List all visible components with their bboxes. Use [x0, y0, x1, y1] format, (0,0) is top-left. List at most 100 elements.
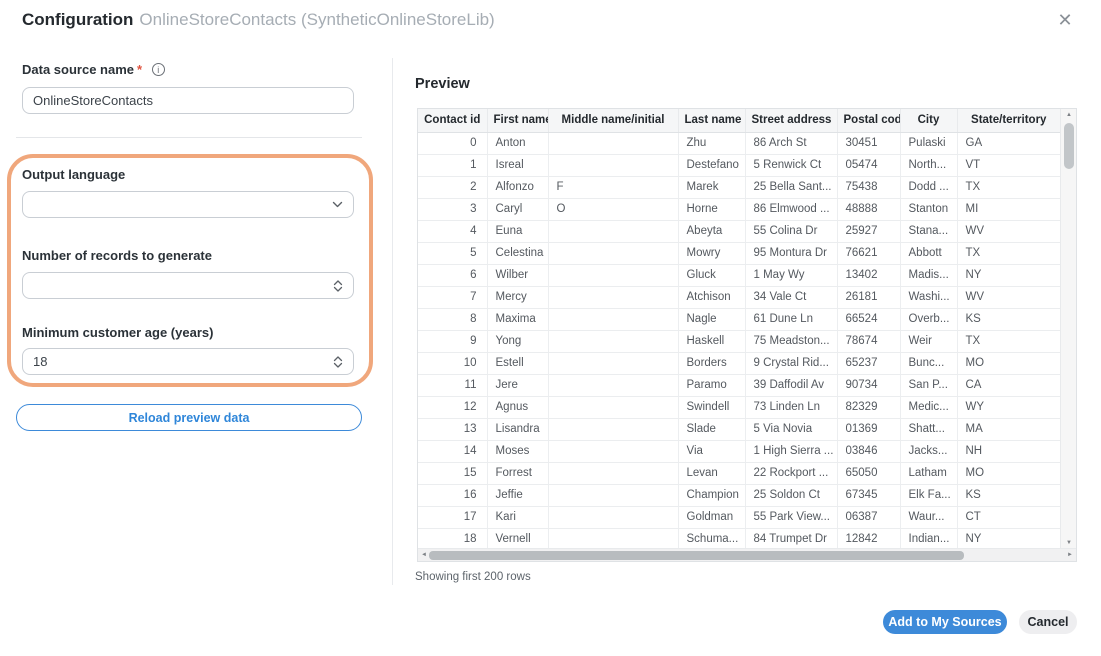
table-cell: 55 Park View...: [745, 506, 837, 528]
table-cell: Bunc...: [900, 352, 957, 374]
output-language-select[interactable]: [22, 191, 354, 218]
table-cell: Abeyta: [678, 220, 745, 242]
table-cell: Paramo: [678, 374, 745, 396]
table-row: 14MosesVia1 High Sierra ...03846Jacks...…: [418, 440, 1060, 462]
table-cell: Via: [678, 440, 745, 462]
row-count-footnote: Showing first 200 rows: [415, 571, 531, 583]
horizontal-scroll-thumb[interactable]: [429, 551, 964, 560]
table-cell: Marek: [678, 176, 745, 198]
table-cell: Borders: [678, 352, 745, 374]
table-cell: 11: [418, 374, 487, 396]
column-header: Postal code: [837, 109, 900, 132]
table-row: 3CarylOHorne86 Elmwood ...48888StantonMI: [418, 198, 1060, 220]
table-cell: Jeffie: [487, 484, 548, 506]
cancel-button[interactable]: Cancel: [1019, 610, 1077, 634]
minimum-age-stepper[interactable]: 18: [22, 348, 354, 375]
scroll-right-icon[interactable]: ►: [1064, 549, 1076, 561]
table-cell: Vernell: [487, 528, 548, 550]
table-cell: 25 Bella Sant...: [745, 176, 837, 198]
table-cell: CA: [957, 374, 1060, 396]
table-cell: San P...: [900, 374, 957, 396]
table-cell: Mowry: [678, 242, 745, 264]
table-cell: 86 Arch St: [745, 132, 837, 154]
table-cell: [548, 242, 678, 264]
vertical-scrollbar[interactable]: ▲ ▼: [1060, 109, 1076, 549]
table-cell: 5 Renwick Ct: [745, 154, 837, 176]
close-icon[interactable]: ✕: [1053, 8, 1077, 32]
data-source-name-input[interactable]: OnlineStoreContacts: [22, 87, 354, 114]
table-cell: 5 Via Novia: [745, 418, 837, 440]
table-cell: 8: [418, 308, 487, 330]
table-cell: Madis...: [900, 264, 957, 286]
table-cell: KS: [957, 484, 1060, 506]
table-cell: Lisandra: [487, 418, 548, 440]
table-cell: 26181: [837, 286, 900, 308]
table-cell: VT: [957, 154, 1060, 176]
panel-divider: [392, 58, 393, 585]
table-cell: GA: [957, 132, 1060, 154]
table-cell: 22 Rockport ...: [745, 462, 837, 484]
column-header: Contact id: [418, 109, 487, 132]
table-cell: 75438: [837, 176, 900, 198]
table-cell: 18: [418, 528, 487, 550]
table-cell: KS: [957, 308, 1060, 330]
minimum-age-label: Minimum customer age (years): [22, 325, 213, 340]
table-cell: 9 Crystal Rid...: [745, 352, 837, 374]
vertical-scroll-thumb[interactable]: [1064, 123, 1074, 169]
table-row: 12AgnusSwindell73 Linden Ln82329Medic...…: [418, 396, 1060, 418]
table-cell: 17: [418, 506, 487, 528]
table-cell: Gluck: [678, 264, 745, 286]
preview-table: Contact idFirst nameMiddle name/initialL…: [417, 108, 1077, 562]
scroll-up-icon[interactable]: ▲: [1061, 109, 1077, 121]
table-cell: Medic...: [900, 396, 957, 418]
table-cell: Maxima: [487, 308, 548, 330]
data-source-name-label-text: Data source name: [22, 62, 134, 77]
table-cell: 2: [418, 176, 487, 198]
table-cell: Goldman: [678, 506, 745, 528]
info-icon[interactable]: i: [152, 63, 165, 76]
table-cell: 39 Daffodil Av: [745, 374, 837, 396]
table-cell: [548, 462, 678, 484]
table-cell: [548, 154, 678, 176]
column-header: First name: [487, 109, 548, 132]
preview-table-head-row: Contact idFirst nameMiddle name/initialL…: [418, 109, 1060, 132]
table-cell: Stanton: [900, 198, 957, 220]
table-cell: Latham: [900, 462, 957, 484]
table-cell: TX: [957, 242, 1060, 264]
stepper-up-down-icon[interactable]: [333, 356, 343, 368]
table-cell: WV: [957, 220, 1060, 242]
table-cell: Dodd ...: [900, 176, 957, 198]
table-cell: CT: [957, 506, 1060, 528]
preview-table-body: 0AntonZhu86 Arch St30451PulaskiGA1Isreal…: [418, 132, 1060, 550]
output-language-label: Output language: [22, 167, 125, 182]
table-cell: Caryl: [487, 198, 548, 220]
table-cell: 13402: [837, 264, 900, 286]
table-cell: Swindell: [678, 396, 745, 418]
configuration-panel: Data source name* i OnlineStoreContacts …: [0, 0, 392, 656]
table-cell: 1 High Sierra ...: [745, 440, 837, 462]
table-cell: MI: [957, 198, 1060, 220]
chevron-down-icon: [332, 201, 343, 208]
table-cell: O: [548, 198, 678, 220]
table-cell: Estell: [487, 352, 548, 374]
table-cell: 55 Colina Dr: [745, 220, 837, 242]
table-cell: 67345: [837, 484, 900, 506]
table-cell: Indian...: [900, 528, 957, 550]
horizontal-scrollbar[interactable]: ◄ ►: [418, 548, 1076, 561]
table-cell: [548, 220, 678, 242]
table-row: 9YongHaskell75 Meadston...78674WeirTX: [418, 330, 1060, 352]
add-to-my-sources-button[interactable]: Add to My Sources: [883, 610, 1007, 634]
table-cell: Washi...: [900, 286, 957, 308]
records-to-generate-stepper[interactable]: [22, 272, 354, 299]
table-cell: NY: [957, 264, 1060, 286]
table-cell: North...: [900, 154, 957, 176]
table-cell: [548, 286, 678, 308]
table-cell: 65050: [837, 462, 900, 484]
table-cell: Yong: [487, 330, 548, 352]
table-cell: 03846: [837, 440, 900, 462]
table-cell: TX: [957, 330, 1060, 352]
table-cell: Zhu: [678, 132, 745, 154]
stepper-up-down-icon[interactable]: [333, 280, 343, 292]
table-cell: Shatt...: [900, 418, 957, 440]
reload-preview-button[interactable]: Reload preview data: [16, 404, 362, 431]
